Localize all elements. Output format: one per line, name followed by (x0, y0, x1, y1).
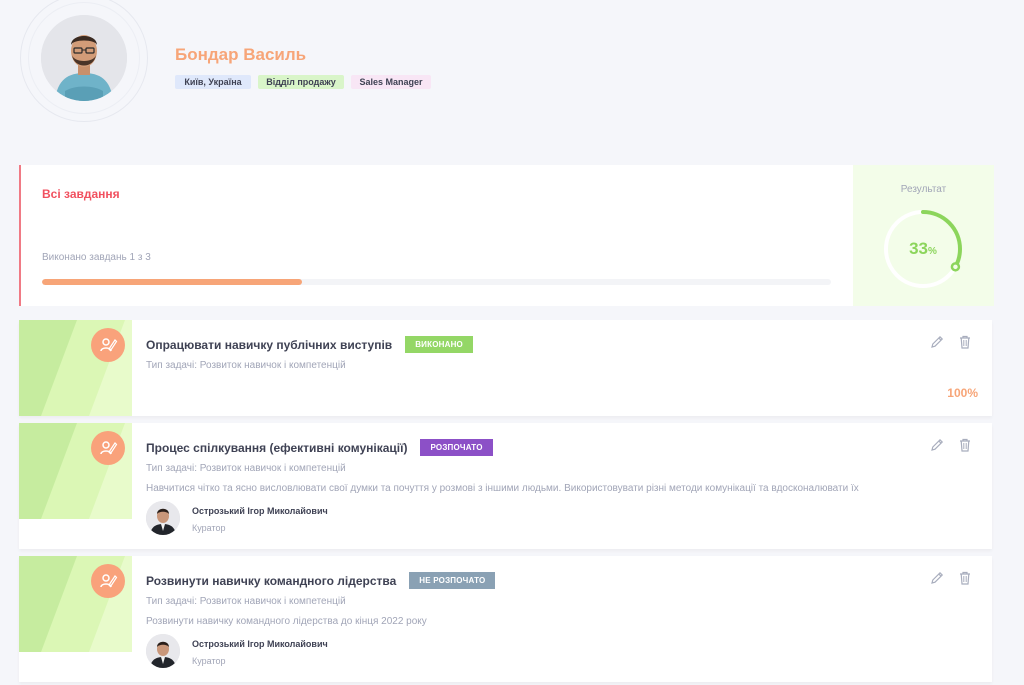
skill-icon (91, 431, 125, 465)
task-title[interactable]: Опрацювати навичку публічних виступів (146, 338, 392, 352)
person-photo-icon (146, 634, 180, 668)
skill-icon (91, 328, 125, 362)
curator-role: Куратор (192, 656, 226, 666)
task-percent: 100% (947, 386, 978, 400)
tasks-summary-card: Всі завдання Виконано завдань 1 з 3 Резу… (19, 165, 994, 306)
progress-bar-fill (42, 279, 303, 285)
task-description: Розвинути навичку командного лідерства д… (146, 616, 427, 627)
task-card[interactable]: Процес спілкування (ефективні комунікаці… (19, 423, 992, 549)
summary-progress-text: Виконано завдань 1 з 3 (42, 252, 151, 263)
trash-icon[interactable] (957, 334, 973, 350)
profile-tags: Київ, Україна Відділ продажу Sales Manag… (175, 75, 431, 89)
task-type: Тип задачі: Розвиток навичок і компетенц… (146, 360, 346, 371)
avatar-ring (20, 0, 148, 122)
task-type: Тип задачі: Розвиток навичок і компетенц… (146, 596, 346, 607)
task-title[interactable]: Процес спілкування (ефективні комунікаці… (146, 441, 407, 455)
status-badge: ВИКОНАНО (405, 336, 473, 353)
progress-bar (42, 279, 831, 285)
status-badge: НЕ РОЗПОЧАТО (409, 572, 496, 589)
person-photo-icon (146, 501, 180, 535)
task-description: Навчитися чітко та ясно висловлювати сво… (146, 483, 859, 494)
summary-title[interactable]: Всі завдання (42, 187, 120, 201)
result-label: Результат (900, 184, 947, 195)
pencil-icon[interactable] (929, 437, 945, 453)
tag-location: Київ, Україна (175, 75, 251, 89)
pencil-icon[interactable] (929, 570, 945, 586)
profile-avatar[interactable] (41, 15, 127, 101)
tag-department: Відділ продажу (258, 75, 344, 89)
person-photo-icon (41, 15, 127, 101)
curator-name: Острозький Ігор Миколайович (192, 506, 328, 516)
task-card[interactable]: Розвинути навичку командного лідерства Н… (19, 556, 992, 682)
trash-icon[interactable] (957, 437, 973, 453)
curator-name: Острозький Ігор Миколайович (192, 639, 328, 649)
result-value: 33% (909, 239, 937, 258)
task-card[interactable]: Опрацювати навичку публічних виступів ВИ… (19, 320, 992, 416)
trash-icon[interactable] (957, 570, 973, 586)
skill-icon (91, 564, 125, 598)
curator-role: Куратор (192, 523, 226, 533)
tag-position: Sales Manager (351, 75, 431, 89)
result-panel: Результат 33% (853, 165, 994, 306)
profile-header: Бондар Василь Київ, Україна Відділ прода… (0, 0, 1024, 140)
curator-avatar[interactable] (146, 501, 180, 535)
task-type: Тип задачі: Розвиток навичок і компетенц… (146, 463, 346, 474)
task-title[interactable]: Розвинути навичку командного лідерства (146, 574, 396, 588)
curator-avatar[interactable] (146, 634, 180, 668)
pencil-icon[interactable] (929, 334, 945, 350)
status-badge: РОЗПОЧАТО (420, 439, 493, 456)
profile-name: Бондар Василь (175, 45, 307, 64)
